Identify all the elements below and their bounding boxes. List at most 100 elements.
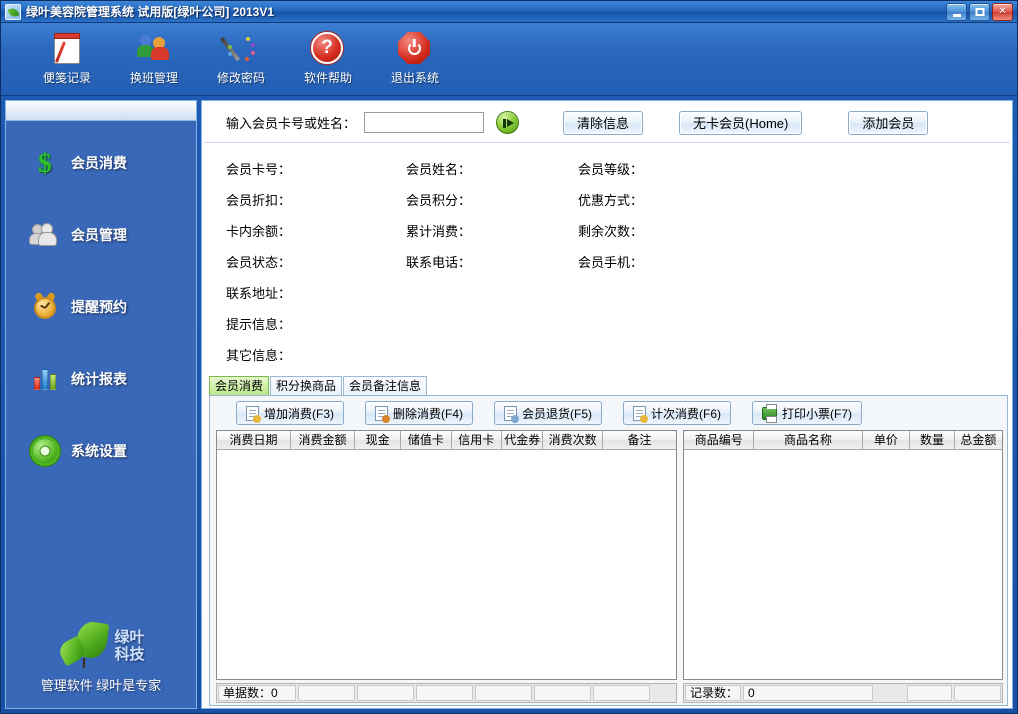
- col-total-amount[interactable]: 总金额: [954, 431, 1002, 450]
- grids-container: 消费日期 消费金额 现金 储值卡 信用卡 代金券 消费次数 备注 商品编号 商品…: [210, 430, 1007, 680]
- document-count-icon: [633, 405, 648, 423]
- tab-member-remarks[interactable]: 会员备注信息: [343, 376, 428, 395]
- people-icon: [30, 222, 58, 248]
- toolbar-label-shift: 换班管理: [129, 71, 178, 85]
- maximize-button[interactable]: [969, 2, 990, 21]
- field-tip-info: 提示信息：: [226, 314, 406, 333]
- product-grid[interactable]: 商品编号 商品名称 单价 数量 总金额: [683, 430, 1003, 680]
- toolbar-button-shift[interactable]: 换班管理: [121, 28, 187, 90]
- gear-icon: [32, 438, 58, 464]
- status-cell-4: [416, 685, 473, 701]
- close-icon: ✕: [998, 5, 1007, 17]
- print-receipt-button[interactable]: 打印小票(F7): [752, 401, 862, 425]
- question-mark-icon: ?: [311, 32, 345, 66]
- sidebar-item-system-settings[interactable]: 系统设置: [6, 427, 196, 475]
- col-stored-value-card[interactable]: 储值卡: [400, 431, 452, 450]
- toolbar-button-help[interactable]: ? 软件帮助: [295, 28, 361, 90]
- application-window: 绿叶美容院管理系统 试用版[绿叶公司] 2013V1 ✕ 便笺记录 换班管理 修…: [0, 0, 1018, 714]
- col-quantity[interactable]: 数量: [909, 431, 955, 450]
- toolbar-button-notes[interactable]: 便笺记录: [34, 28, 100, 90]
- tab-content-panel: 增加消费(F3) 删除消费(F4) 会员退货(F5) 计次消费(F6) 打印小票…: [209, 395, 1008, 706]
- play-forward-icon[interactable]: [496, 111, 520, 134]
- body-container: $ 会员消费 会员管理 提醒预约 统计报表 系统设置 绿叶 科技 管理软件 绿叶…: [1, 96, 1017, 713]
- minimize-button[interactable]: [946, 2, 967, 21]
- col-product-name[interactable]: 商品名称: [753, 431, 863, 450]
- col-credit-card[interactable]: 信用卡: [451, 431, 503, 450]
- printer-icon: [762, 403, 777, 423]
- add-consumption-label: 增加消费(F3): [264, 406, 334, 421]
- sidebar-item-member-management[interactable]: 会员管理: [6, 211, 196, 259]
- status-bar-row: 单据数：0 记录数： 0: [210, 680, 1007, 705]
- sidebar-nav: $ 会员消费 会员管理 提醒预约 统计报表 系统设置: [6, 121, 196, 622]
- add-consumption-button[interactable]: 增加消费(F3): [236, 401, 344, 425]
- col-voucher[interactable]: 代金券: [501, 431, 544, 450]
- product-grid-header: 商品编号 商品名称 单价 数量 总金额: [684, 431, 1002, 450]
- sidebar-label-member-management: 会员管理: [71, 227, 127, 243]
- tab-points-exchange[interactable]: 积分换商品: [270, 376, 343, 395]
- close-button[interactable]: ✕: [992, 2, 1013, 21]
- label-member-level: 会员等级：: [578, 162, 644, 177]
- toolbar-label-help: 软件帮助: [303, 71, 352, 85]
- sidebar-label-system-settings: 系统设置: [71, 443, 127, 459]
- status-cell-7: [593, 685, 650, 701]
- action-button-row: 增加消费(F3) 删除消费(F4) 会员退货(F5) 计次消费(F6) 打印小票…: [210, 396, 1007, 430]
- field-member-name: 会员姓名：: [406, 159, 578, 178]
- logo-name-line1: 绿叶: [114, 629, 145, 646]
- col-product-code[interactable]: 商品编号: [684, 431, 755, 450]
- sidebar-header: [6, 101, 196, 121]
- count-consumption-button[interactable]: 计次消费(F6): [623, 401, 731, 425]
- toolbar-button-password[interactable]: 修改密码: [208, 28, 274, 90]
- minimize-icon: [952, 13, 961, 17]
- field-total-consumption: 累计消费：: [406, 221, 578, 240]
- sidebar-item-reminder-booking[interactable]: 提醒预约: [6, 283, 196, 331]
- sidebar-label-statistics-report: 统计报表: [71, 371, 127, 387]
- sidebar-label-reminder-booking: 提醒预约: [71, 299, 127, 315]
- status-cell-3: [357, 685, 414, 701]
- col-consumption-date[interactable]: 消费日期: [217, 431, 291, 450]
- col-consumption-amount[interactable]: 消费金额: [290, 431, 356, 450]
- col-cash[interactable]: 现金: [354, 431, 402, 450]
- product-grid-body[interactable]: [684, 449, 1002, 679]
- toolbar-button-exit[interactable]: 退出系统: [382, 28, 448, 90]
- member-info-row: 联系地址：: [226, 277, 1010, 308]
- field-other-info: 其它信息：: [226, 345, 406, 364]
- clear-info-button[interactable]: 清除信息: [563, 110, 644, 135]
- document-delete-icon: [375, 405, 390, 423]
- two-people-icon: [137, 32, 171, 66]
- field-points: 会员积分：: [406, 190, 578, 209]
- tab-strip: 会员消费 积分换商品 会员备注信息: [204, 376, 1010, 395]
- sidebar-item-member-consumption[interactable]: $ 会员消费: [6, 139, 196, 187]
- field-member-mobile: 会员手机：: [578, 252, 758, 271]
- sidebar-item-statistics-report[interactable]: 统计报表: [6, 355, 196, 403]
- count-consumption-label: 计次消费(F6): [651, 406, 721, 421]
- maximize-icon: [975, 7, 984, 16]
- label-other-info: 其它信息：: [226, 348, 292, 363]
- field-member-level: 会员等级：: [578, 159, 758, 178]
- member-info-row: 会员折扣： 会员积分： 优惠方式：: [226, 184, 1010, 215]
- col-unit-price[interactable]: 单价: [862, 431, 911, 450]
- field-discount: 会员折扣：: [226, 190, 406, 209]
- label-points: 会员积分：: [406, 193, 472, 208]
- window-controls: ✕: [946, 2, 1013, 21]
- alarm-clock-icon: [32, 294, 58, 320]
- consumption-grid[interactable]: 消费日期 消费金额 现金 储值卡 信用卡 代金券 消费次数 备注: [216, 430, 677, 680]
- col-consumption-times[interactable]: 消费次数: [542, 431, 603, 450]
- main-toolbar: 便笺记录 换班管理 修改密码 ? 软件帮助 退出系统: [1, 23, 1017, 96]
- power-off-icon: [398, 32, 432, 66]
- consumption-grid-body[interactable]: [217, 449, 676, 679]
- window-title: 绿叶美容院管理系统 试用版[绿叶公司] 2013V1: [26, 5, 275, 19]
- col-remark[interactable]: 备注: [602, 431, 676, 450]
- status-right-cell-3: [907, 685, 952, 701]
- no-card-member-button[interactable]: 无卡会员(Home): [679, 110, 803, 135]
- sidebar-label-member-consumption: 会员消费: [71, 155, 127, 171]
- delete-consumption-button[interactable]: 删除消费(F4): [365, 401, 473, 425]
- search-input[interactable]: [364, 112, 485, 133]
- consumption-grid-header: 消费日期 消费金额 现金 储值卡 信用卡 代金券 消费次数 备注: [217, 431, 676, 450]
- document-return-icon: [504, 405, 519, 423]
- member-return-button[interactable]: 会员退货(F5): [494, 401, 602, 425]
- member-search-bar: 输入会员卡号或姓名： 清除信息 无卡会员(Home) 添加会员: [204, 103, 1010, 143]
- toolbar-label-notes: 便笺记录: [42, 71, 91, 85]
- tab-member-consumption[interactable]: 会员消费: [209, 376, 270, 395]
- label-contact-phone: 联系电话：: [406, 255, 472, 270]
- add-member-button[interactable]: 添加会员: [848, 110, 929, 135]
